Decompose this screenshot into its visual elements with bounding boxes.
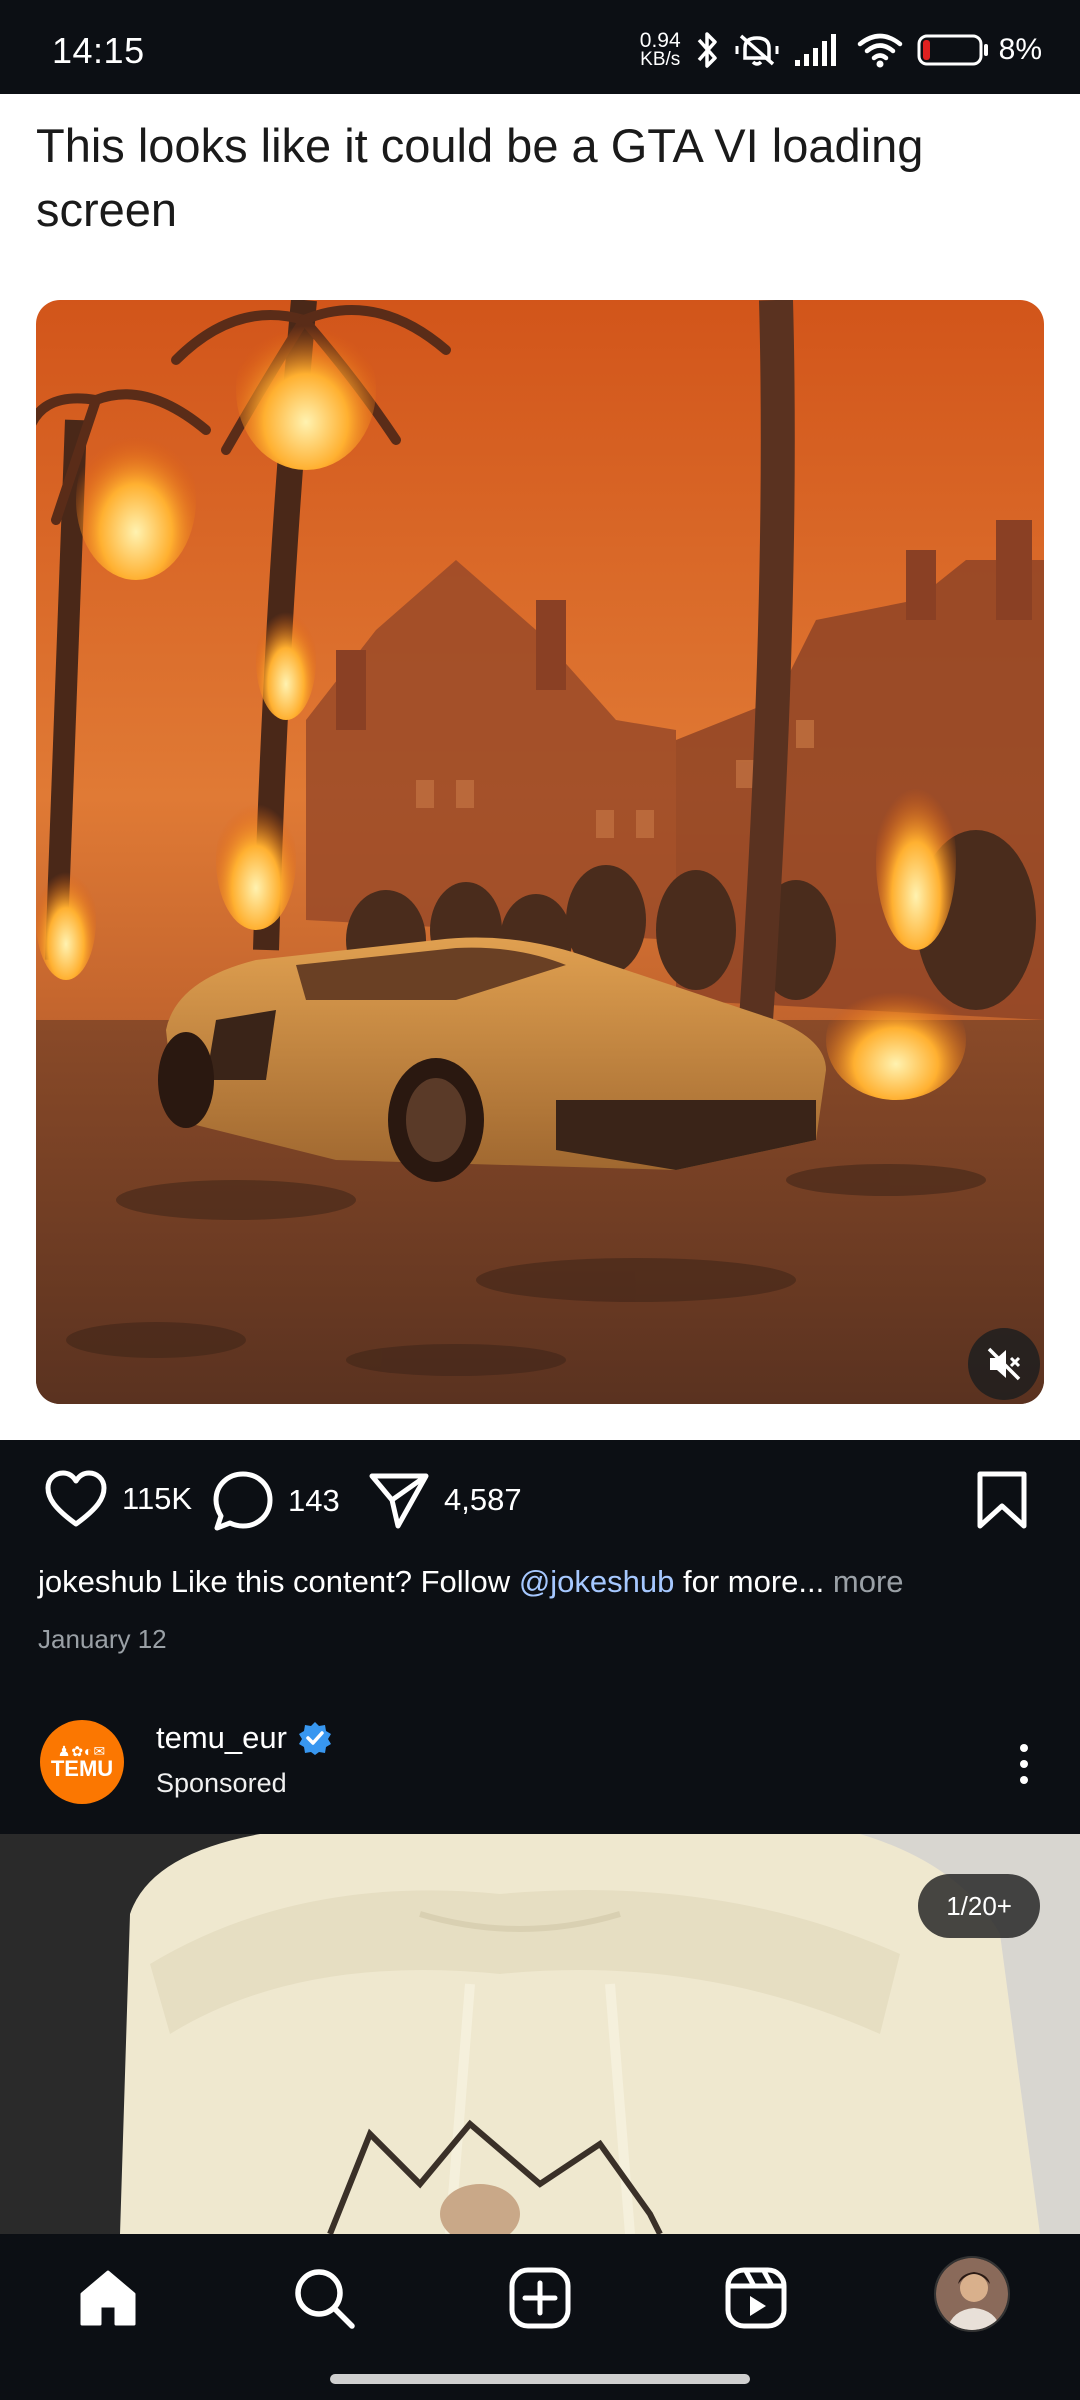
caption-mention[interactable]: @jokeshub xyxy=(519,1564,675,1599)
burning-street-scene xyxy=(36,300,1044,1404)
nav-create[interactable] xyxy=(502,2260,578,2336)
sponsor-username-row[interactable]: temu_eur xyxy=(156,1720,333,1756)
network-speed-value: 0.94 xyxy=(639,29,681,52)
share-action[interactable]: 4,587 xyxy=(368,1470,522,1530)
comment-icon xyxy=(213,1471,273,1531)
caption-tail: for more... xyxy=(683,1564,825,1599)
sponsored-label[interactable]: Sponsored xyxy=(156,1768,287,1799)
sponsored-post-header: ♟✿◐✉ TEMU temu_eur Sponsored xyxy=(0,1700,1080,1830)
profile-photo xyxy=(936,2258,1008,2330)
speaker-muted-icon xyxy=(987,1347,1021,1381)
profile-avatar[interactable] xyxy=(934,2256,1010,2332)
share-count: 4,587 xyxy=(444,1482,522,1517)
home-indicator-bar[interactable] xyxy=(330,2374,750,2384)
temu-logo-text: TEMU xyxy=(50,1756,114,1781)
status-icons: 0.94 KB/s 8% xyxy=(640,28,1042,72)
like-count: 115K xyxy=(122,1481,193,1516)
nav-search[interactable] xyxy=(286,2260,362,2336)
home-icon xyxy=(80,2270,136,2326)
carousel-counter: 1/20+ xyxy=(918,1874,1040,1938)
post-title: This looks like it could be a GTA VI loa… xyxy=(36,119,924,236)
comment-action[interactable]: 143 xyxy=(212,1470,340,1532)
post-image[interactable] xyxy=(36,300,1044,1404)
verified-badge-icon xyxy=(298,1722,331,1755)
sponsor-username[interactable]: temu_eur xyxy=(156,1720,287,1756)
post-date: January 12 xyxy=(38,1624,167,1654)
status-time: 14:15 xyxy=(52,30,145,71)
post-actions: 115K 143 4,587 xyxy=(0,1440,1080,1570)
caption-more-link[interactable]: more xyxy=(833,1564,904,1599)
comment-count: 143 xyxy=(288,1483,340,1518)
post-content: This looks like it could be a GTA VI loa… xyxy=(0,94,1080,1440)
nav-reels[interactable] xyxy=(718,2260,794,2336)
caption-text: Like this content? Follow xyxy=(170,1564,511,1599)
network-speed-unit: KB/s xyxy=(640,49,681,70)
share-icon xyxy=(369,1473,429,1529)
bluetooth-icon xyxy=(697,32,717,68)
create-icon xyxy=(509,2267,571,2329)
mute-button[interactable] xyxy=(968,1328,1040,1400)
save-action[interactable] xyxy=(976,1470,1028,1530)
mute-vibrate-icon xyxy=(735,34,779,66)
nav-home[interactable] xyxy=(70,2260,146,2336)
more-options-icon[interactable] xyxy=(1012,1740,1036,1788)
network-speed: 0.94 KB/s xyxy=(639,29,681,70)
bookmark-icon xyxy=(977,1471,1027,1529)
like-action[interactable]: 115K xyxy=(44,1470,192,1528)
heart-icon xyxy=(45,1470,107,1527)
caption-username[interactable]: jokeshub xyxy=(38,1564,162,1599)
battery-percent: 8% xyxy=(998,33,1042,66)
signal-icon xyxy=(794,34,836,66)
reels-icon xyxy=(725,2267,787,2329)
search-icon xyxy=(295,2269,355,2329)
ad-image[interactable]: 1/20+ xyxy=(0,1834,1080,2234)
hoodie-photo xyxy=(0,1834,1080,2234)
battery-icon xyxy=(917,34,988,66)
wifi-icon xyxy=(857,33,902,68)
status-bar: 14:15 0.94 KB/s 8% xyxy=(0,0,1080,94)
post-caption: jokeshub Like this content? Follow @joke… xyxy=(38,1564,1048,1600)
sponsor-avatar[interactable]: ♟✿◐✉ TEMU xyxy=(40,1720,124,1804)
